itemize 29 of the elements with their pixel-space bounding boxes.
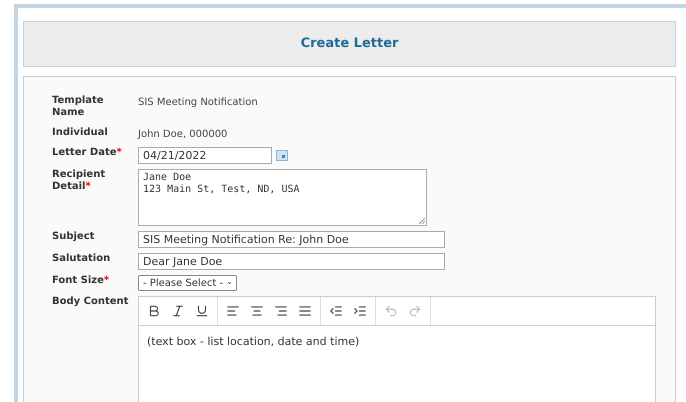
bold-icon[interactable] [147,304,161,318]
align-center-icon[interactable] [250,304,264,318]
indent-icon[interactable] [353,304,367,318]
field-value: SIS Meeting Notification [138,96,258,110]
text-field[interactable]: SIS Meeting Notification Re: John Doe [138,231,445,248]
italic-icon[interactable] [171,304,185,318]
resize-grip-icon[interactable] [419,218,425,224]
recipient-textarea[interactable]: Jane Doe 123 Main St, Test, ND, USA [138,169,427,226]
field-label: Subject [52,231,94,242]
text-field[interactable]: Dear Jane Doe [138,253,445,270]
field-label: Letter Date* [52,147,122,158]
underline-icon[interactable] [195,304,209,318]
field-label: Individual [52,127,108,138]
align-left-icon[interactable] [226,304,240,318]
align-right-icon[interactable] [274,304,288,318]
calendar-icon[interactable] [276,150,288,161]
field-value: John Doe, 000000 [138,128,228,142]
page-title: Create Letter [300,35,398,54]
date-field[interactable]: 04/21/2022 [138,147,272,164]
outdent-icon[interactable] [329,304,343,318]
justify-icon[interactable] [298,304,312,318]
field-label: Template Name [52,95,104,118]
font-size-select[interactable]: - Please Select - [138,275,237,291]
field-label: Body Content [52,296,128,307]
field-label: Recipient Detail* [52,169,106,192]
field-label: Font Size* [52,275,110,286]
rich-text-editor[interactable]: (text box - list location, date and time) [138,296,656,402]
field-label: Salutation [52,253,110,264]
editor-content: (text box - list location, date and time) [147,335,360,348]
